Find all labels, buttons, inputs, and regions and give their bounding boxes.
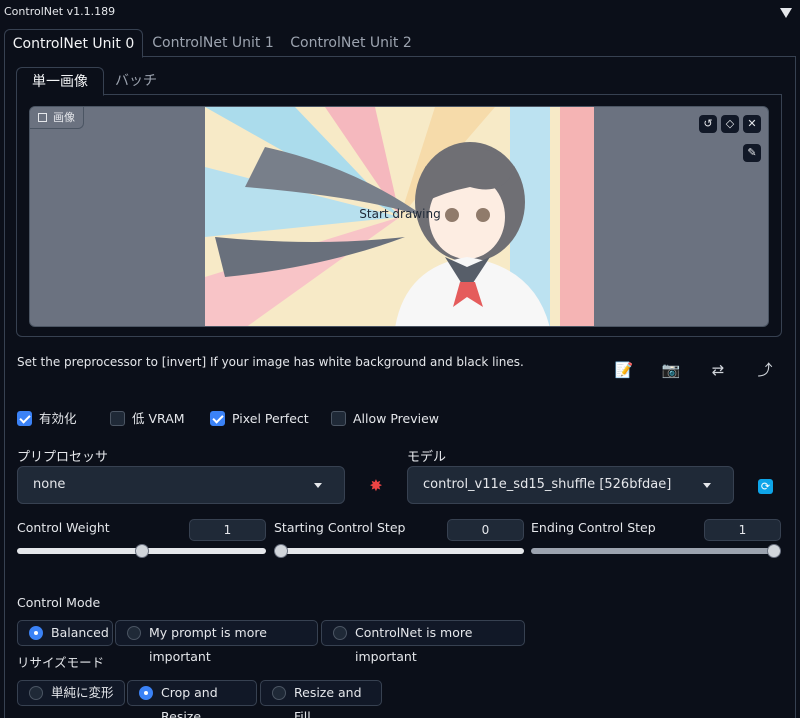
allow-preview-checkbox[interactable]: Allow Preview <box>331 410 439 428</box>
model-label: モデル <box>407 450 447 465</box>
ending-step-track[interactable] <box>531 548 781 554</box>
radio-dot[interactable] <box>127 626 141 640</box>
radio-label: Balanced <box>51 625 109 640</box>
starting-step-label: Starting Control Step <box>274 520 406 535</box>
control-weight-input[interactable]: 1 <box>189 519 266 541</box>
resize-mode-group: 単純に変形 Crop and Resize Resize and Fill <box>17 680 382 718</box>
new-canvas-icon[interactable]: 📝 <box>614 361 634 379</box>
pixel-perfect-checkbox[interactable]: Pixel Perfect <box>210 410 309 428</box>
close-icon[interactable]: ✕ <box>743 115 761 133</box>
explosion-icon[interactable]: ✸ <box>366 476 386 496</box>
canvas-label: 画像 <box>30 107 84 129</box>
resize-mode-just-resize[interactable]: 単純に変形 <box>17 680 125 706</box>
preprocessor-dropdown[interactable]: none <box>17 466 345 504</box>
control-mode-balanced[interactable]: Balanced <box>17 620 113 646</box>
collapse-triangle-icon[interactable] <box>780 8 792 18</box>
low-vram-checkbox[interactable]: 低 VRAM <box>110 410 185 428</box>
checkbox-label: 低 VRAM <box>132 411 185 426</box>
checkbox-label: Pixel Perfect <box>232 411 309 426</box>
preprocessor-value: none <box>33 477 66 492</box>
control-mode-group: Balanced My prompt is more important Con… <box>17 620 525 664</box>
chevron-down-icon <box>314 483 322 488</box>
eraser-icon[interactable]: ◇ <box>721 115 739 133</box>
radio-dot[interactable] <box>272 686 286 700</box>
info-text: Set the preprocessor to [invert] If your… <box>17 355 524 369</box>
accordion-title: ControlNet v1.1.189 <box>4 5 116 18</box>
checkbox-label: 有効化 <box>39 411 77 426</box>
refresh-icon[interactable]: ⟳ <box>758 479 773 494</box>
preprocessor-label: プリプロセッサ <box>17 450 109 465</box>
swap-dimensions-icon[interactable]: ⇄ <box>708 361 728 379</box>
resize-mode-crop-and-resize[interactable]: Crop and Resize <box>127 680 257 718</box>
tab-unit-0[interactable]: ControlNet Unit 0 <box>4 29 143 58</box>
tab-batch[interactable]: バッチ <box>106 67 166 96</box>
radio-dot[interactable] <box>139 686 153 700</box>
ending-step-thumb[interactable] <box>767 544 781 558</box>
image-tabs: 単一画像 バッチ <box>16 67 782 96</box>
tab-unit-2[interactable]: ControlNet Unit 2 <box>284 29 418 58</box>
checkbox-box[interactable] <box>210 411 225 426</box>
camera-icon[interactable]: 📷 <box>661 361 681 379</box>
starting-step-thumb[interactable] <box>274 544 288 558</box>
control-mode-prompt-important[interactable]: My prompt is more important <box>115 620 318 664</box>
checkbox-box[interactable] <box>331 411 346 426</box>
control-mode-label: Control Mode <box>17 595 101 610</box>
chevron-down-icon <box>703 483 711 488</box>
radio-label: 単純に変形 <box>51 685 114 700</box>
unit-tabs: ControlNet Unit 0 ControlNet Unit 1 Cont… <box>4 29 796 58</box>
starting-step-track[interactable] <box>274 548 524 554</box>
canvas-hint: Start drawing <box>359 207 441 221</box>
radio-dot[interactable] <box>29 686 43 700</box>
send-dimensions-icon[interactable]: ⤴ <box>755 361 775 379</box>
image-icon <box>38 113 47 122</box>
resize-mode-label: リサイズモード <box>17 655 105 670</box>
controlnet-accordion-header[interactable]: ControlNet v1.1.189 <box>0 0 800 28</box>
starting-step-input[interactable]: 0 <box>447 519 524 541</box>
checkbox-box[interactable] <box>110 411 125 426</box>
model-dropdown[interactable]: control_v11e_sd15_shuffle [526bfdae] <box>407 466 734 504</box>
control-mode-controlnet-important[interactable]: ControlNet is more important <box>321 620 525 664</box>
model-value: control_v11e_sd15_shuffle [526bfdae] <box>423 477 672 492</box>
ending-step-input[interactable]: 1 <box>704 519 781 541</box>
tab-unit-1[interactable]: ControlNet Unit 1 <box>146 29 280 58</box>
image-canvas[interactable]: 画像 Start drawing ↺ ◇ ✕ ✎ <box>29 106 769 327</box>
control-weight-thumb[interactable] <box>135 544 149 558</box>
checkbox-box[interactable] <box>17 411 32 426</box>
control-weight-label: Control Weight <box>17 520 110 535</box>
radio-dot[interactable] <box>333 626 347 640</box>
brush-icon[interactable]: ✎ <box>743 144 761 162</box>
canvas-label-text: 画像 <box>53 111 75 124</box>
undo-icon[interactable]: ↺ <box>699 115 717 133</box>
resize-mode-resize-and-fill[interactable]: Resize and Fill <box>260 680 382 718</box>
tab-single-image[interactable]: 単一画像 <box>16 67 104 96</box>
checkbox-label: Allow Preview <box>353 411 439 426</box>
ending-step-label: Ending Control Step <box>531 520 656 535</box>
enable-checkbox[interactable]: 有効化 <box>17 410 77 428</box>
radio-dot[interactable] <box>29 626 43 640</box>
